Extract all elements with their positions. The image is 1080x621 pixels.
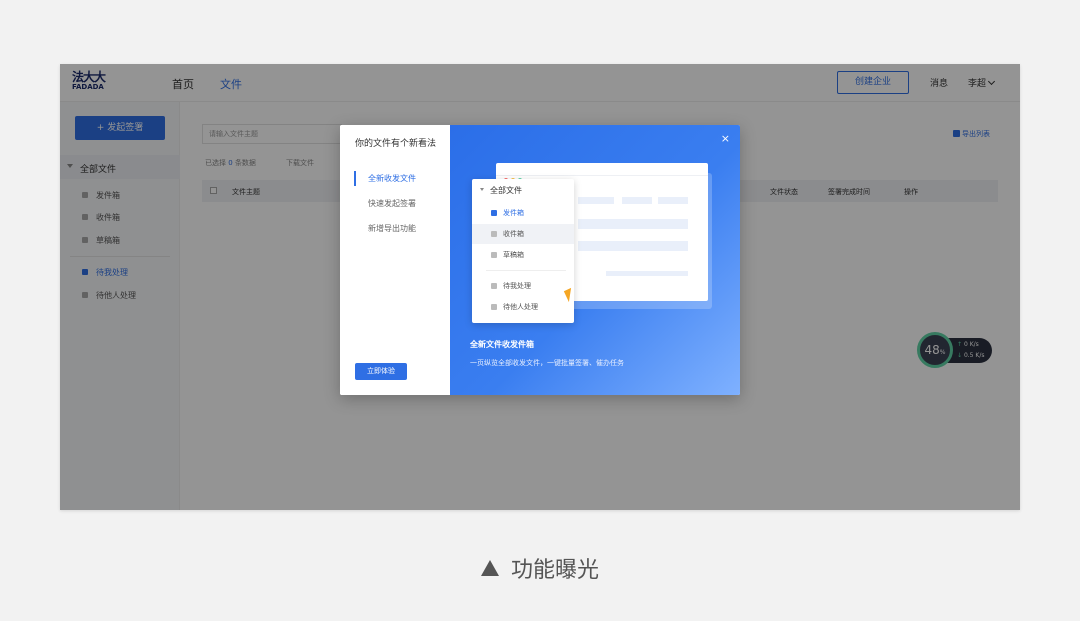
preview-item-drafts: 草稿箱 [472, 245, 574, 265]
window-titlebar-line [496, 175, 708, 176]
preview-item-label: 收件箱 [503, 230, 524, 238]
preview-divider [486, 270, 566, 271]
modal-tab-quick-sign[interactable]: 快速发起签署 [368, 198, 416, 209]
modal-tab-export[interactable]: 新增导出功能 [368, 223, 416, 234]
placeholder-bar [606, 271, 688, 276]
preview-menu-header: 全部文件 [472, 179, 574, 201]
placeholder-bar [622, 197, 652, 204]
draft-icon [491, 252, 497, 258]
send-icon [491, 210, 497, 216]
modal-preview-panel: × 全部文件 发件箱 收件箱 草稿箱 待我处理 待他人处理 全新文件收发件箱 一… [450, 125, 740, 395]
placeholder-bar [578, 241, 688, 251]
feature-intro-modal: 你的文件有个新看法 全新收发文件 快速发起签署 新增导出功能 立即体验 × 全部… [340, 125, 740, 395]
caption-text: 功能曝光 [510, 558, 599, 583]
image-caption: 功能曝光 [0, 552, 1080, 584]
preview-menu: 全部文件 发件箱 收件箱 草稿箱 待我处理 待他人处理 [472, 179, 577, 323]
caret-down-icon [480, 188, 484, 191]
preview-item-my-tasks: 待我处理 [472, 276, 574, 296]
preview-item-label: 待我处理 [503, 282, 531, 290]
modal-title: 你的文件有个新看法 [355, 139, 437, 149]
feature-description: 一页纵览全部收发文件，一键批量签署、催办任务 [470, 359, 624, 367]
placeholder-bar [578, 197, 614, 204]
close-icon[interactable]: × [721, 133, 730, 144]
preview-menu-title: 全部文件 [490, 186, 522, 195]
modal-tab-new-files[interactable]: 全新收发文件 [368, 173, 416, 184]
active-indicator [354, 171, 356, 186]
preview-item-label: 待他人处理 [503, 303, 538, 311]
placeholder-bar [658, 197, 688, 204]
preview-item-label: 草稿箱 [503, 251, 524, 259]
triangle-up-icon [480, 560, 499, 576]
modal-left-panel: 你的文件有个新看法 全新收发文件 快速发起签署 新增导出功能 立即体验 [340, 125, 450, 395]
preview-item-outbox: 发件箱 [472, 203, 574, 223]
app-window: 法大大 FADADA 首页 文件 创建企业 消息 李超 + 发起签署 全部文件 … [60, 64, 1020, 510]
preview-item-label: 发件箱 [503, 209, 524, 217]
try-now-button[interactable]: 立即体验 [355, 363, 407, 380]
feature-title: 全新文件收发件箱 [470, 340, 534, 349]
preview-item-others-tasks: 待他人处理 [472, 297, 574, 317]
inbox-icon [491, 231, 497, 237]
tag-icon [491, 283, 497, 289]
placeholder-bar [578, 219, 688, 229]
preview-item-inbox: 收件箱 [472, 224, 574, 244]
tag-icon [491, 304, 497, 310]
